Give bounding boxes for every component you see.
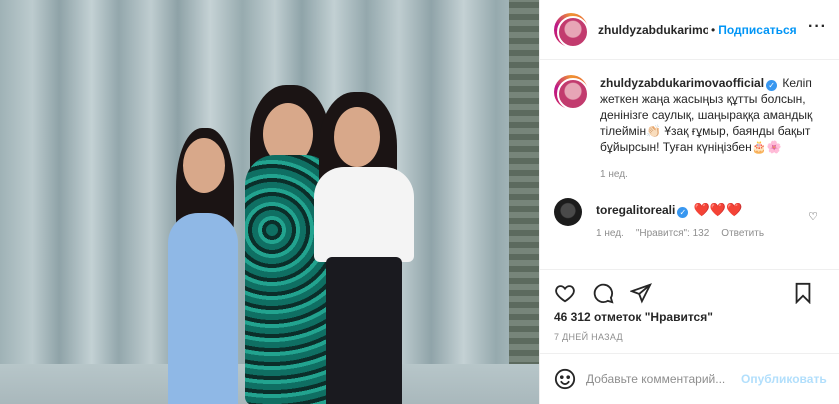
caption: zhuldyzabdukarimovaofficial ✓ Келіп жетке…: [554, 75, 826, 155]
post-photo[interactable]: [0, 0, 539, 404]
follow-button[interactable]: Подписаться: [718, 23, 796, 37]
author-username[interactable]: zhuldyzabdukarimova: [598, 23, 708, 37]
heart-icon[interactable]: [552, 280, 578, 306]
action-bar: [540, 269, 839, 315]
verified-badge-icon: ✓: [766, 80, 778, 91]
comment-avatar[interactable]: [554, 198, 582, 226]
share-icon[interactable]: [628, 280, 654, 306]
post-panel: zhuldyzabdukarimova • Подписаться ··· zh…: [539, 0, 839, 404]
comment-body: toregalitoreali ✓ ❤️❤️❤️ 1 нед. "Нравится…: [596, 198, 764, 239]
separator-dot: •: [711, 22, 716, 37]
comment-input[interactable]: [586, 372, 741, 386]
add-comment-bar: Опубликовать: [540, 353, 839, 404]
caption-text-block: zhuldyzabdukarimovaofficial ✓ Келіп жетке…: [600, 75, 826, 155]
more-options-icon[interactable]: ···: [808, 18, 827, 36]
comment-like-heart-icon[interactable]: ♡: [808, 210, 818, 223]
comment-text: ❤️❤️❤️: [693, 202, 743, 217]
post-frame: zhuldyzabdukarimova • Подписаться ··· zh…: [0, 0, 839, 404]
author-avatar[interactable]: [554, 12, 589, 48]
comment-time: 1 нед.: [596, 228, 624, 239]
comment-icon[interactable]: [590, 280, 616, 306]
comment-meta: 1 нед. "Нравится": 132 Ответить: [596, 228, 764, 239]
likes-count[interactable]: 46 312 отметок "Нравится": [554, 310, 713, 324]
caption-avatar[interactable]: [554, 75, 589, 110]
comments-section: zhuldyzabdukarimovaofficial ✓ Келіп жетке…: [540, 61, 839, 268]
post-header: zhuldyzabdukarimova • Подписаться ···: [540, 0, 839, 60]
caption-time: 1 нед.: [600, 169, 628, 180]
curtain-edge: [509, 0, 539, 404]
emoji-icon[interactable]: [554, 366, 576, 392]
comment-text-line: toregalitoreali ✓ ❤️❤️❤️: [596, 202, 764, 218]
comment-username[interactable]: toregalitoreali: [596, 203, 675, 217]
person-left: [168, 118, 243, 404]
comment-likes[interactable]: "Нравится": 132: [636, 228, 709, 239]
comment-row: toregalitoreali ✓ ❤️❤️❤️ 1 нед. "Нравится…: [554, 198, 826, 239]
post-date[interactable]: 7 ДНЕЙ НАЗАД: [554, 332, 623, 342]
verified-badge-icon: ✓: [677, 207, 689, 218]
caption-username[interactable]: zhuldyzabdukarimovaofficial: [600, 76, 764, 90]
bookmark-icon[interactable]: [790, 280, 816, 306]
person-right: [314, 92, 414, 404]
reply-button[interactable]: Ответить: [721, 228, 764, 239]
publish-button[interactable]: Опубликовать: [741, 372, 827, 386]
